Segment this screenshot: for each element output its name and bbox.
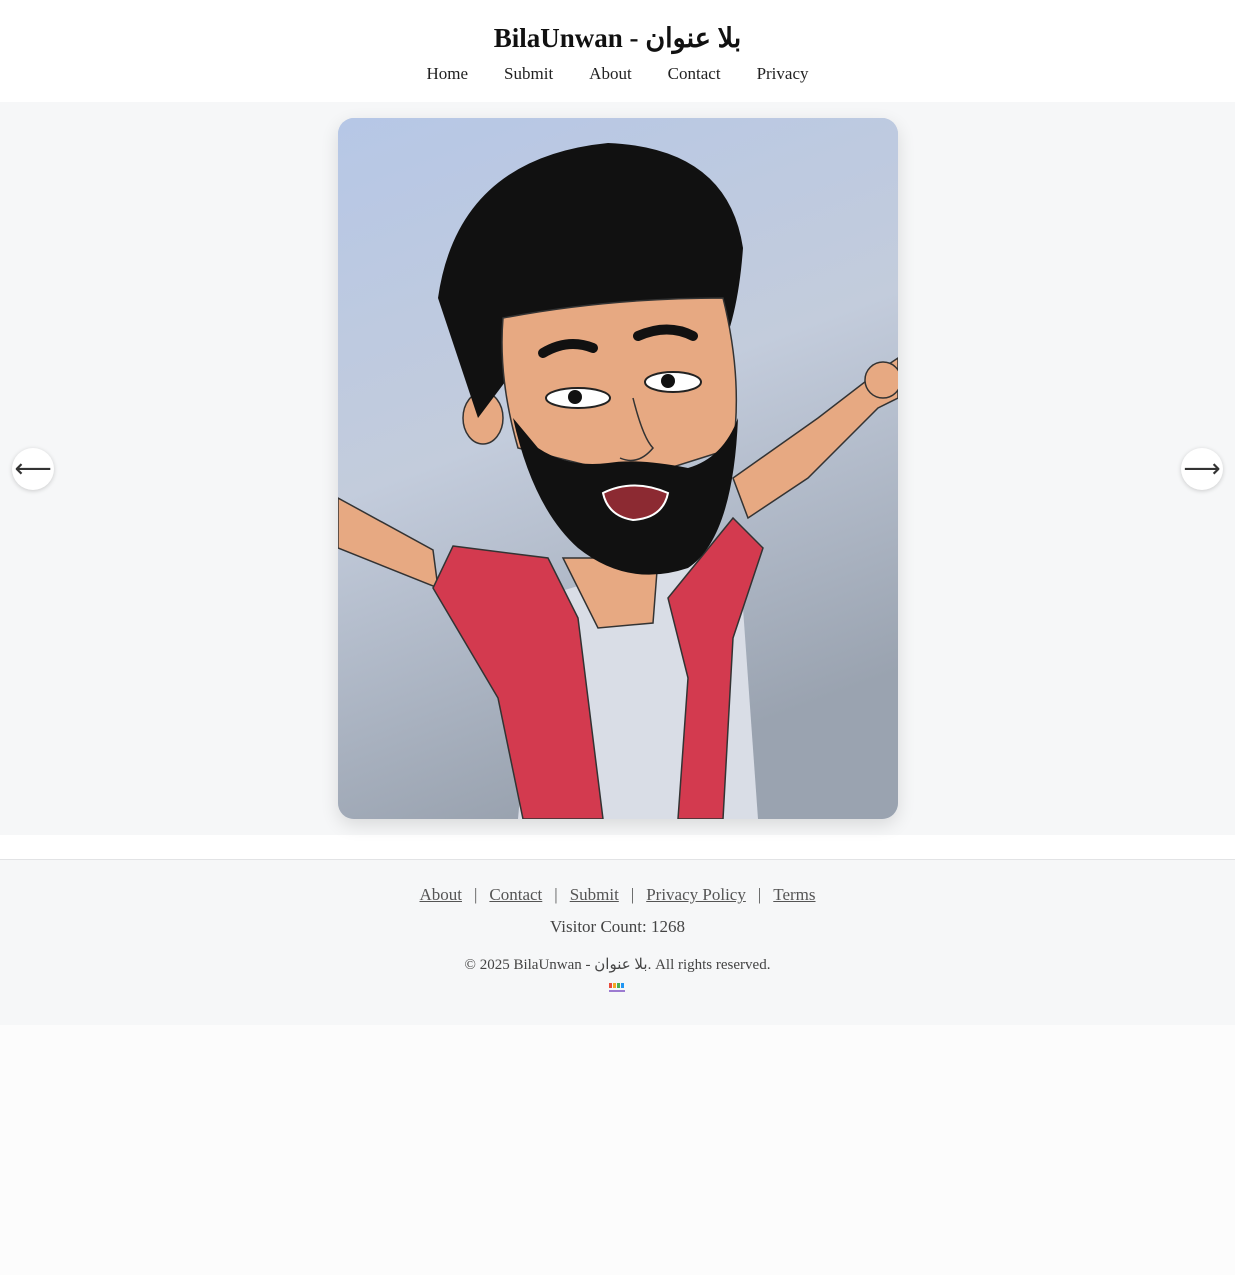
footer-separator: |: [554, 885, 558, 904]
footer-links: About | Contact | Submit | Privacy Policy | Term…: [0, 885, 1235, 905]
footer-separator: |: [473, 885, 478, 904]
site-header: BilaUnwan - بلا عنوان Home Submit About …: [0, 0, 1235, 102]
site-logo-icon: [608, 983, 625, 992]
previous-arrow-button[interactable]: ⟵: [12, 448, 54, 490]
caricature-drawing: [338, 118, 898, 819]
nav-contact-link[interactable]: Contact: [668, 64, 721, 84]
site-footer: About | Contact | Submit | Privacy Policy | Term…: [0, 859, 1235, 1025]
main-nav: Home Submit About Contact Privacy: [0, 64, 1235, 84]
artwork-image[interactable]: [338, 118, 898, 819]
section-spacer: [0, 835, 1235, 859]
footer-about-link[interactable]: About: [419, 885, 462, 904]
footer-submit-link[interactable]: Submit: [570, 885, 619, 904]
footer-separator: |: [630, 885, 635, 904]
footer-contact-link[interactable]: Contact: [489, 885, 542, 904]
artwork-gallery: ⟵ ⟶: [0, 102, 1235, 835]
nav-about-link[interactable]: About: [589, 64, 632, 84]
nav-submit-link[interactable]: Submit: [504, 64, 553, 84]
footer-privacy-policy-link[interactable]: Privacy Policy: [646, 885, 746, 904]
nav-home-link[interactable]: Home: [427, 64, 469, 84]
next-arrow-button[interactable]: ⟶: [1181, 448, 1223, 490]
copyright-text: © 2025 BilaUnwan - بلا عنوان. All rights…: [464, 957, 771, 973]
nav-privacy-link[interactable]: Privacy: [757, 64, 809, 84]
site-title[interactable]: BilaUnwan - بلا عنوان: [0, 22, 1235, 54]
footer-separator: |: [757, 885, 762, 904]
visitor-count: Visitor Count: 1268: [550, 917, 685, 936]
footer-terms-link[interactable]: Terms: [773, 885, 815, 904]
